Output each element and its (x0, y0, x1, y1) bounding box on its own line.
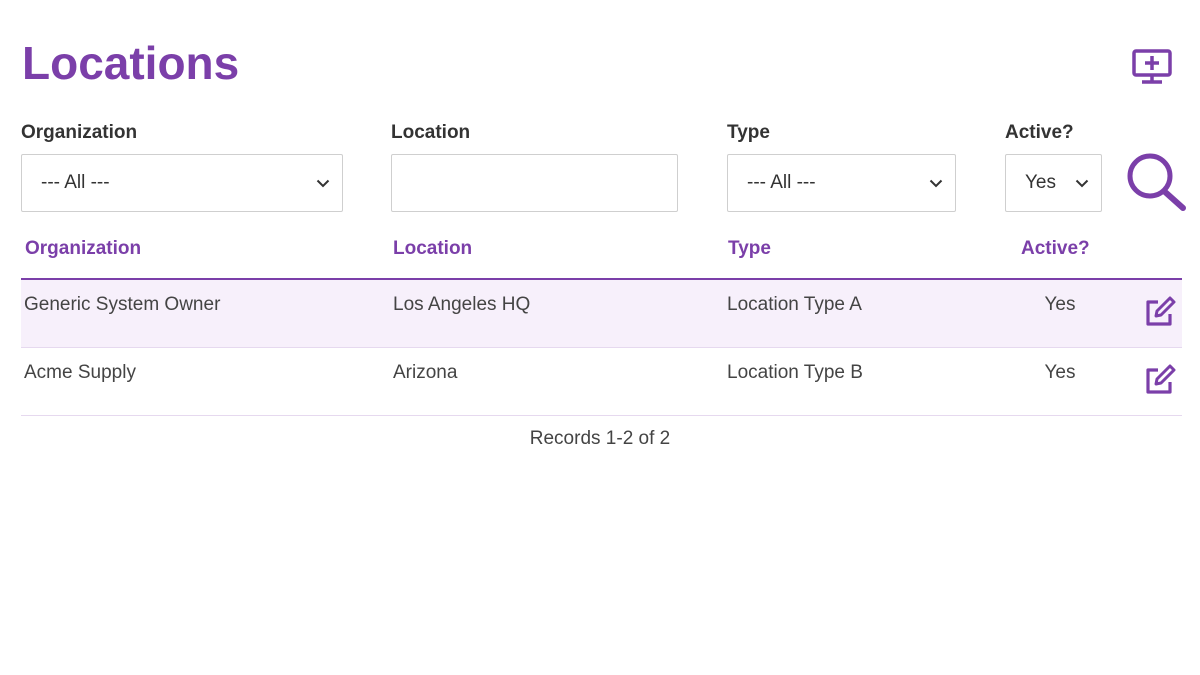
type-select-value: --- All --- (747, 172, 816, 193)
active-filter-label: Active? (1005, 122, 1074, 143)
type-select[interactable]: --- All --- (727, 154, 956, 212)
table-row[interactable]: Acme Supply Arizona Location Type B Yes (21, 348, 1182, 416)
add-screen-icon (1132, 49, 1172, 84)
table-row[interactable]: Generic System Owner Los Angeles HQ Loca… (21, 280, 1182, 348)
search-button[interactable] (1124, 150, 1188, 212)
records-count: Records 1-2 of 2 (529, 428, 671, 449)
search-icon (1127, 153, 1186, 211)
organization-filter-label: Organization (21, 122, 138, 143)
cell-type: Location Type B (727, 362, 863, 383)
edit-icon (1146, 364, 1176, 394)
chevron-down-icon (316, 179, 330, 188)
organization-select-value: --- All --- (41, 172, 110, 193)
location-input[interactable] (391, 154, 678, 212)
organization-select[interactable]: --- All --- (21, 154, 343, 212)
cell-location: Arizona (393, 362, 458, 383)
cell-active: Yes (1044, 294, 1076, 315)
location-filter-label: Location (391, 122, 471, 143)
edit-row-button[interactable] (1142, 362, 1178, 398)
edit-icon (1146, 296, 1176, 326)
cell-type: Location Type A (727, 294, 862, 315)
column-header-type[interactable]: Type (728, 238, 771, 260)
column-header-organization[interactable]: Organization (25, 238, 141, 260)
page-title: Locations (22, 37, 240, 89)
edit-row-button[interactable] (1142, 294, 1178, 330)
column-header-location[interactable]: Location (393, 238, 472, 260)
add-location-button[interactable] (1128, 46, 1176, 88)
cell-location: Los Angeles HQ (393, 294, 531, 315)
type-filter-label: Type (727, 122, 770, 143)
active-select[interactable]: Yes (1005, 154, 1102, 212)
chevron-down-icon (1075, 179, 1089, 188)
cell-organization: Generic System Owner (24, 294, 221, 315)
cell-active: Yes (1044, 362, 1076, 383)
active-select-value: Yes (1025, 172, 1056, 193)
cell-organization: Acme Supply (24, 362, 136, 383)
chevron-down-icon (929, 179, 943, 188)
column-header-active[interactable]: Active? (1021, 238, 1090, 260)
